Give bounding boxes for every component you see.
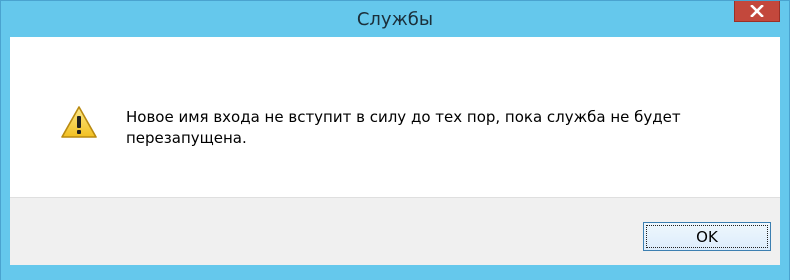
button-bar: OK — [10, 197, 780, 265]
ok-button-label: OK — [646, 225, 768, 248]
dialog-message: Новое имя входа не вступит в силу до тех… — [126, 108, 681, 147]
window-title: Службы — [356, 9, 434, 30]
message-area: Новое имя входа не вступит в силу до тех… — [10, 37, 780, 197]
close-button[interactable] — [734, 1, 780, 22]
dialog-window: Службы Новое имя входа не вступит в силу… — [0, 0, 790, 280]
close-icon — [750, 5, 764, 17]
ok-button[interactable]: OK — [643, 222, 771, 251]
window-bottom-border — [1, 265, 789, 280]
title-bar[interactable]: Службы — [1, 1, 789, 37]
warning-icon — [61, 106, 97, 138]
dialog-content: Новое имя входа не вступит в силу до тех… — [10, 37, 780, 265]
